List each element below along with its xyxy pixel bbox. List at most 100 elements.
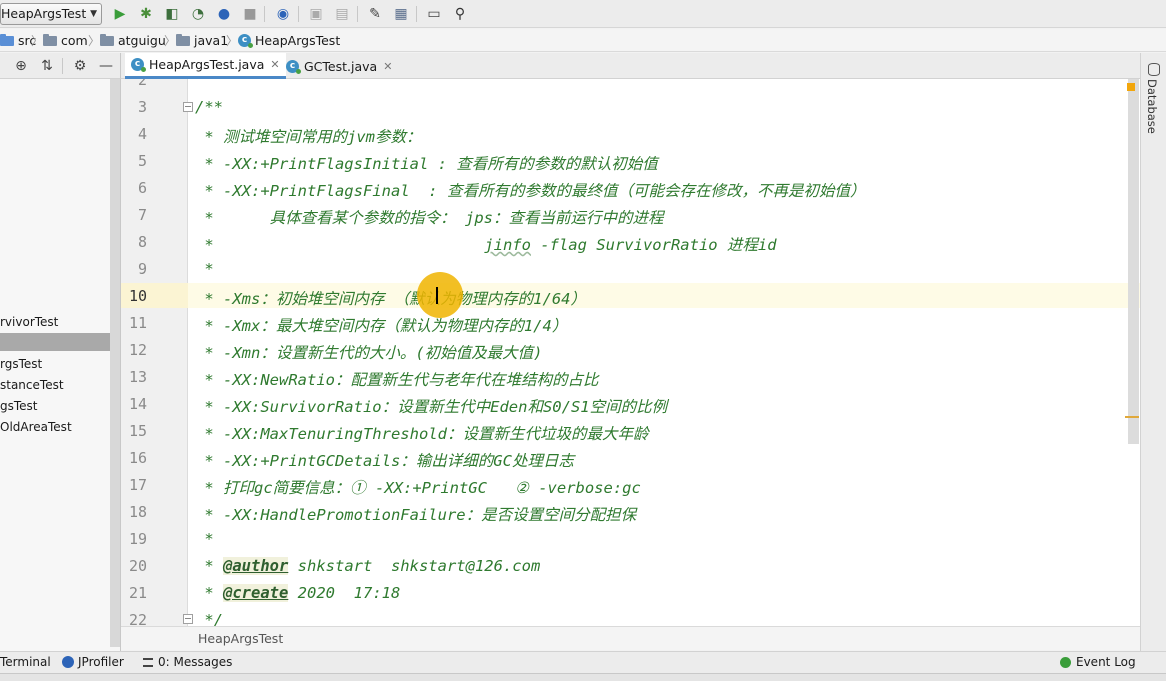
- rebuild-icon[interactable]: ▤: [333, 5, 351, 23]
- terminal-tool-button[interactable]: Terminal: [0, 655, 51, 669]
- package-icon: [100, 33, 114, 46]
- messages-tool-button[interactable]: 0: Messages: [143, 655, 232, 669]
- project-structure-icon[interactable]: ▦: [392, 5, 410, 23]
- navigation-breadcrumb: src 〉 com 〉 atguigu 〉 java1 〉 c HeapArgs…: [0, 29, 1166, 52]
- tree-item[interactable]: stanceTest: [0, 375, 110, 395]
- editor-footer-class[interactable]: HeapArgsTest: [198, 631, 283, 646]
- locate-icon[interactable]: ⊕: [12, 57, 30, 75]
- editor-scrollbar[interactable]: [1128, 79, 1139, 444]
- debug-icon[interactable]: ✱: [137, 5, 155, 23]
- source-folder-icon: [0, 33, 14, 46]
- coverage-icon[interactable]: ◧: [163, 5, 181, 23]
- line-number: 17: [128, 476, 147, 494]
- search-icon[interactable]: ⚲: [451, 5, 469, 23]
- run-configuration-select[interactable]: HeapArgsTest ▼: [0, 3, 102, 25]
- toolbar-separator: [264, 6, 265, 22]
- line-number: 15: [128, 422, 147, 440]
- line-number: 9: [137, 260, 147, 278]
- code-line: * -XX:MaxTenuringThreshold：设置新生代垃圾的最大年龄: [195, 425, 649, 443]
- code-line: * -XX:+PrintFlagsFinal : 查看所有的参数的最终值（可能会…: [195, 182, 866, 200]
- status-bar: [0, 673, 1166, 681]
- text-cursor: [436, 287, 438, 304]
- jprofiler-tool-button[interactable]: JProfiler: [62, 655, 124, 669]
- mouse-click-highlight: [417, 272, 463, 318]
- package-icon: [43, 33, 57, 46]
- code-line-current: * -Xms：初始堆空间内存 （默认为物理内存的1/64）: [195, 290, 586, 308]
- gear-icon[interactable]: ⚙: [71, 57, 89, 75]
- code-line: * -XX:NewRatio：配置新生代与老年代在堆结构的占比: [195, 371, 599, 389]
- inspection-status-icon[interactable]: [1127, 83, 1135, 91]
- main-toolbar: HeapArgsTest ▼ ▶ ✱ ◧ ◔ ● ■ ◉ ▣ ▤ ✎ ▦ ▭ ⚲: [0, 0, 1166, 28]
- messages-icon: [143, 657, 153, 667]
- breadcrumb-atguigu[interactable]: atguigu: [100, 32, 166, 49]
- java-class-icon: c: [131, 58, 146, 72]
- hide-panel-icon[interactable]: —: [97, 57, 115, 75]
- tool-window-bar: Terminal JProfiler 0: Messages Event Log: [0, 651, 1166, 673]
- tab-gctest[interactable]: c GCTest.java ✕: [280, 53, 398, 79]
- project-panel-toolbar: ⊕ ⇅ ⚙ —: [0, 53, 121, 79]
- run-configuration-label: HeapArgsTest: [1, 6, 87, 21]
- chevron-down-icon: ▼: [90, 9, 97, 19]
- stop-icon[interactable]: ■: [241, 5, 259, 23]
- javadoc-tag: @author: [223, 557, 289, 575]
- toolbar-separator: [416, 6, 417, 22]
- code-line: * -XX:HandlePromotionFailure：是否设置空间分配担保: [195, 506, 637, 524]
- breadcrumb-separator: 〉: [164, 34, 177, 48]
- close-icon[interactable]: ✕: [270, 58, 279, 71]
- code-line: * @author shkstart shkstart@126.com: [195, 557, 541, 575]
- breadcrumb-com[interactable]: com: [43, 32, 88, 49]
- line-number: 16: [128, 449, 147, 467]
- tree-item[interactable]: rgsTest: [0, 354, 110, 374]
- code-line: *: [195, 530, 214, 548]
- tree-item[interactable]: rvivorTest: [0, 312, 110, 332]
- project-tree-panel: rvivorTest rgsTest stanceTest gsTest Old…: [0, 79, 121, 655]
- database-icon[interactable]: [1148, 63, 1160, 76]
- code-line: * -XX:SurvivorRatio：设置新生代中Eden和S0/S1空间的比…: [195, 398, 668, 416]
- toolbar-separator: [298, 6, 299, 22]
- java-class-icon: c: [286, 59, 301, 74]
- breadcrumb-separator: 〉: [226, 34, 239, 48]
- database-tool-button[interactable]: Database: [1145, 79, 1159, 134]
- project-scrollbar[interactable]: [110, 79, 120, 647]
- run-icon[interactable]: ▶: [111, 5, 129, 23]
- profile-icon[interactable]: ◔: [189, 5, 207, 23]
- editor-breadcrumb-footer: HeapArgsTest: [121, 626, 1140, 650]
- code-line: * 测试堆空间常用的jvm参数：: [195, 128, 422, 146]
- settings-wrench-icon[interactable]: ✎: [366, 5, 384, 23]
- toolbar-separator: [62, 58, 63, 74]
- tree-item-selected[interactable]: [0, 333, 120, 351]
- close-icon[interactable]: ✕: [383, 60, 392, 73]
- error-stripe-marker[interactable]: [1125, 416, 1139, 418]
- breadcrumb-separator: 〉: [31, 34, 44, 48]
- line-number: 7: [137, 206, 147, 224]
- code-line: * -Xmn：设置新生代的大小。(初始值及最大值): [195, 344, 543, 362]
- line-number: 21: [128, 584, 147, 602]
- line-number: 3: [137, 98, 147, 116]
- code-line: * -XX:+PrintGCDetails：输出详细的GC处理日志: [195, 452, 574, 470]
- tree-item[interactable]: OldAreaTest: [0, 417, 110, 437]
- breadcrumb-java1[interactable]: java1: [176, 32, 228, 49]
- line-number: 18: [128, 503, 147, 521]
- toolbar-separator: [357, 6, 358, 22]
- breadcrumb-class[interactable]: c HeapArgsTest: [238, 32, 340, 49]
- build-icon[interactable]: ▣: [307, 5, 325, 23]
- jprofiler-icon[interactable]: ●: [215, 5, 233, 23]
- fold-marker-icon[interactable]: [183, 614, 193, 624]
- jprofiler-icon: [62, 656, 74, 668]
- code-line: *: [195, 260, 214, 278]
- tree-item[interactable]: gsTest: [0, 396, 110, 416]
- code-editor[interactable]: 2 3 4 5 6 7 8 9 10 11 12 13 14 15 16 17 …: [121, 79, 1140, 626]
- code-line: * @create 2020 17:18: [195, 584, 401, 602]
- terminal-icon[interactable]: ▭: [425, 5, 443, 23]
- event-log-tool-button[interactable]: Event Log: [1060, 655, 1136, 669]
- collapse-all-icon[interactable]: ⇅: [38, 57, 56, 75]
- line-number: 13: [128, 368, 147, 386]
- code-line: * -Xmx：最大堆空间内存（默认为物理内存的1/4）: [195, 317, 568, 335]
- line-number: 11: [128, 314, 147, 332]
- spelling-warning: jinfo: [484, 236, 531, 254]
- tab-heapargstest[interactable]: c HeapArgsTest.java ✕: [125, 53, 286, 79]
- line-number: 14: [128, 395, 147, 413]
- package-icon: [176, 33, 190, 46]
- fold-marker-icon[interactable]: [183, 102, 193, 112]
- update-icon[interactable]: ◉: [274, 5, 292, 23]
